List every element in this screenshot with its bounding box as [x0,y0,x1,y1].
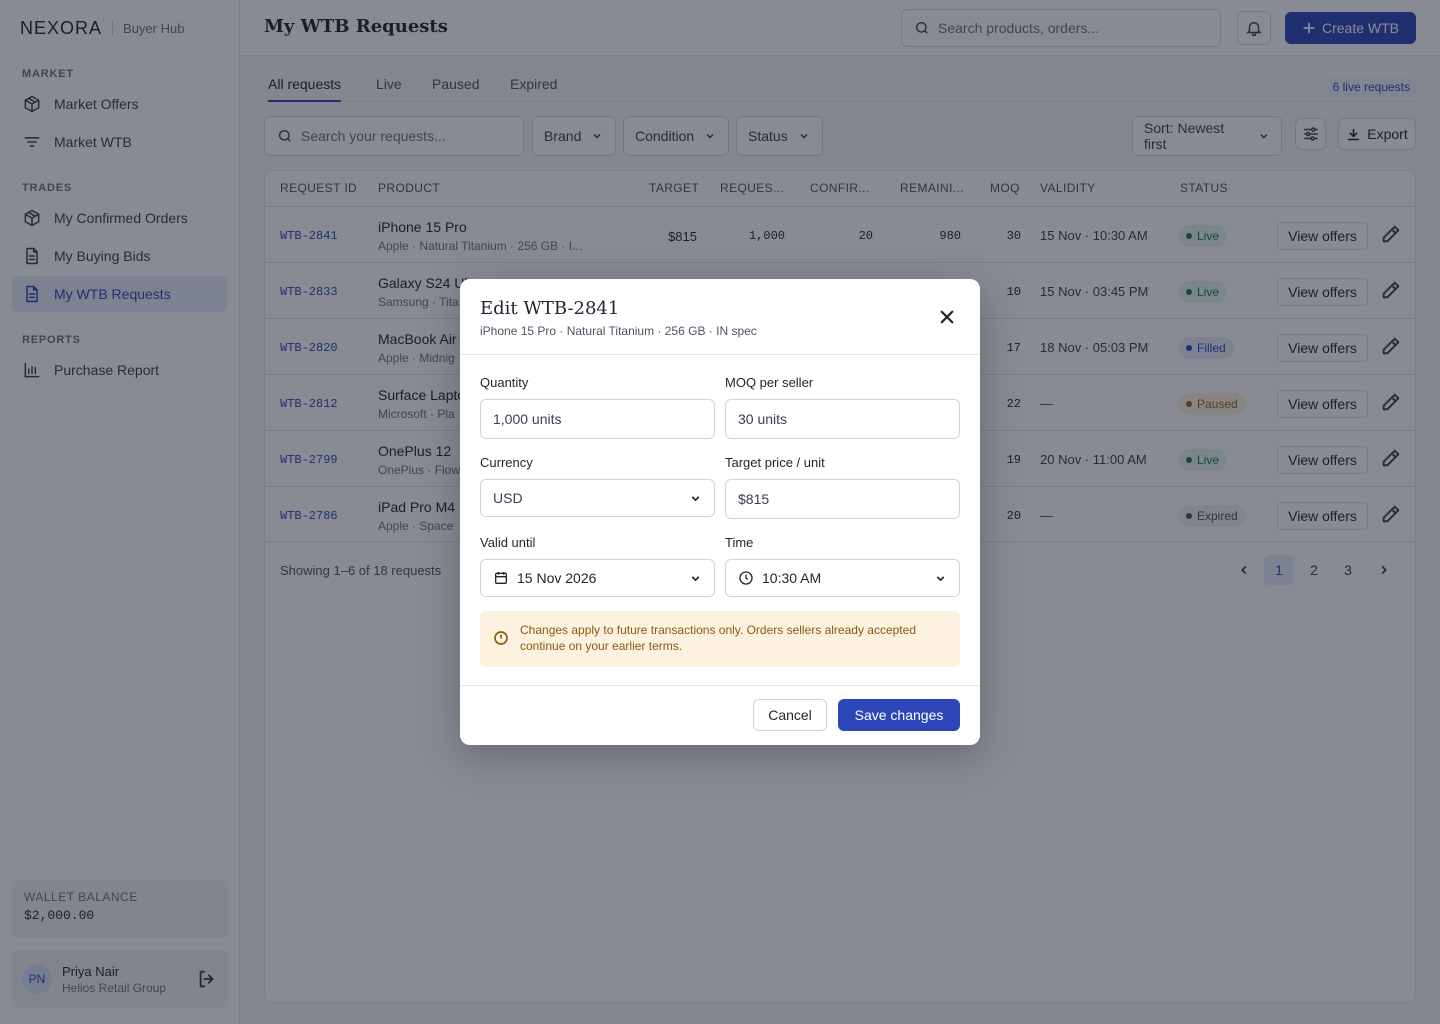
target-price-value: $815 [738,491,770,507]
chevron-down-icon [691,495,700,501]
currency-value: USD [493,490,523,506]
time-value: 10:30 AM [762,570,822,586]
quantity-value: 1,000 units [493,411,562,427]
close-icon[interactable] [938,308,956,326]
cancel-button[interactable]: Cancel [753,699,827,731]
moq-label: MOQ per seller [725,375,814,390]
notice-text: Changes apply to future transactions onl… [520,623,916,653]
calendar-icon [495,572,507,584]
terms-notice: Changes apply to future transactions onl… [480,611,960,667]
quantity-label: Quantity [480,375,529,390]
valid-until-value: 15 Nov 2026 [517,570,597,586]
save-changes-button[interactable]: Save changes [838,699,960,731]
modal-header: Edit WTB-2841 iPhone 15 Pro · Natural Ti… [460,279,980,355]
moq-value: 30 units [738,411,788,427]
target-price-field[interactable]: $815 [725,479,960,519]
alert-circle-icon [494,631,508,645]
chevron-down-icon [936,575,945,581]
quantity-field[interactable]: 1,000 units [480,399,715,439]
time-label: Time [725,535,754,550]
currency-select[interactable]: USD [480,479,715,517]
edit-wtb-modal: Edit WTB-2841 iPhone 15 Pro · Natural Ti… [460,279,980,745]
modal-title: Edit WTB-2841 [480,298,620,319]
price-label: Target price / unit [725,455,825,470]
modal-subtitle: iPhone 15 Pro · Natural Titanium · 256 G… [480,324,757,338]
modal-footer: Cancel Save changes [460,685,980,745]
valid-until-label: Valid until [480,535,536,550]
time-picker[interactable]: 10:30 AM [725,559,960,597]
clock-icon [739,571,753,585]
valid-until-picker[interactable]: 15 Nov 2026 [480,559,715,597]
currency-label: Currency [480,455,533,470]
chevron-down-icon [691,575,700,581]
moq-field[interactable]: 30 units [725,399,960,439]
